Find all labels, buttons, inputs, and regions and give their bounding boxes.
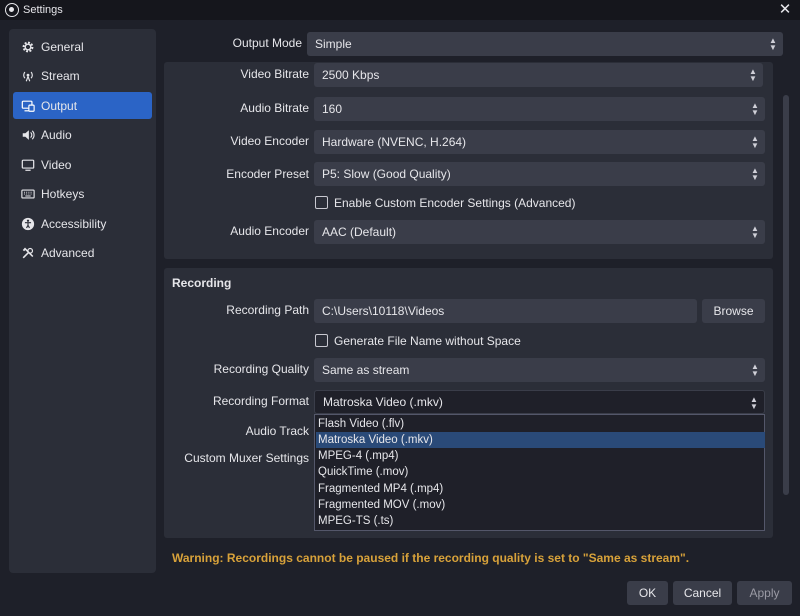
recording-quality-value: Same as stream xyxy=(322,363,410,377)
video-encoder-label: Video Encoder xyxy=(230,134,309,148)
recording-path-label: Recording Path xyxy=(226,303,309,317)
sidebar-item-advanced[interactable]: Advanced xyxy=(13,239,152,266)
sidebar-item-label: Output xyxy=(41,98,78,113)
recording-format-select[interactable]: Matroska Video (.mkv) ▲ ▼ xyxy=(314,390,765,414)
close-icon[interactable]: ✕ xyxy=(776,1,794,19)
scrollbar-thumb[interactable] xyxy=(783,95,789,495)
video-bitrate-value: 2500 Kbps xyxy=(322,68,380,82)
window-title: Settings xyxy=(23,4,63,16)
dropdown-option-mkv[interactable]: Matroska Video (.mkv) xyxy=(316,432,765,448)
sidebar-item-label: Stream xyxy=(41,68,80,83)
sidebar-item-label: Advanced xyxy=(41,245,95,260)
output-mode-label: Output Mode xyxy=(232,36,302,50)
sidebar-item-general[interactable]: General xyxy=(13,33,152,60)
audio-bitrate-value: 160 xyxy=(322,102,343,116)
select-arrows-icon: ▲ ▼ xyxy=(751,362,759,378)
ok-button[interactable]: OK xyxy=(627,581,668,605)
recording-section-title: Recording xyxy=(172,276,232,290)
sidebar-item-output[interactable]: Output xyxy=(13,92,152,119)
cancel-button[interactable]: Cancel xyxy=(673,581,732,605)
recording-warning: Warning: Recordings cannot be paused if … xyxy=(172,551,690,565)
encoder-preset-value: P5: Slow (Good Quality) xyxy=(322,167,451,181)
recording-path-input[interactable]: C:\Users\10118\Videos xyxy=(314,299,697,323)
recording-path-value: C:\Users\10118\Videos xyxy=(322,304,445,318)
speaker-icon xyxy=(21,128,35,142)
sidebar-item-audio[interactable]: Audio xyxy=(13,121,152,148)
accessibility-icon xyxy=(21,217,35,231)
dropdown-option-ts[interactable]: MPEG-TS (.ts) xyxy=(316,513,765,529)
audio-bitrate-label: Audio Bitrate xyxy=(240,101,309,115)
video-bitrate-spinbox[interactable]: 2500 Kbps ▲ ▼ xyxy=(314,63,763,87)
keyboard-icon xyxy=(21,187,35,201)
audio-encoder-value: AAC (Default) xyxy=(322,225,397,239)
select-arrows-icon: ▲ ▼ xyxy=(751,134,759,150)
custom-encoder-label[interactable]: Enable Custom Encoder Settings (Advanced… xyxy=(334,196,575,210)
select-arrows-icon: ▲ ▼ xyxy=(751,224,759,240)
video-bitrate-label: Video Bitrate xyxy=(240,67,310,81)
video-encoder-value: Hardware (NVENC, H.264) xyxy=(322,135,467,149)
sidebar-item-label: General xyxy=(41,39,84,54)
browse-button[interactable]: Browse xyxy=(702,299,765,323)
dropdown-option-flv[interactable]: Flash Video (.flv) xyxy=(316,416,765,432)
audio-encoder-select[interactable]: AAC (Default) ▲ ▼ xyxy=(314,220,765,244)
monitor-icon xyxy=(21,158,35,172)
audio-track-label: Audio Track xyxy=(245,424,309,438)
antenna-icon xyxy=(21,69,35,83)
sidebar-item-label: Hotkeys xyxy=(41,186,85,201)
recording-quality-select[interactable]: Same as stream ▲ ▼ xyxy=(314,358,765,382)
monitor-output-icon xyxy=(21,99,35,113)
sidebar-item-video[interactable]: Video xyxy=(13,151,152,178)
tools-icon xyxy=(21,246,35,260)
sidebar: General Stream Output Audio Video Hotkey… xyxy=(9,29,156,573)
obs-logo-icon xyxy=(5,3,19,17)
dropdown-option-mov[interactable]: QuickTime (.mov) xyxy=(316,464,765,480)
recording-format-value: Matroska Video (.mkv) xyxy=(323,395,443,409)
sidebar-item-label: Video xyxy=(41,157,72,172)
sidebar-item-stream[interactable]: Stream xyxy=(13,62,152,89)
audio-bitrate-select[interactable]: 160 ▲ ▼ xyxy=(314,97,765,121)
title-bar: Settings ✕ xyxy=(0,0,800,20)
select-arrows-icon: ▲ ▼ xyxy=(751,101,759,117)
video-encoder-select[interactable]: Hardware (NVENC, H.264) ▲ ▼ xyxy=(314,130,765,154)
gear-icon xyxy=(21,40,35,54)
dropdown-option-fragmented-mp4[interactable]: Fragmented MP4 (.mp4) xyxy=(316,481,765,497)
recording-format-label: Recording Format xyxy=(212,394,309,408)
select-arrows-icon: ▲ ▼ xyxy=(750,395,758,411)
custom-encoder-checkbox[interactable] xyxy=(315,196,328,209)
recording-quality-label: Recording Quality xyxy=(213,362,309,376)
no-space-checkbox[interactable] xyxy=(315,334,328,347)
dropdown-option-mp4[interactable]: MPEG-4 (.mp4) xyxy=(316,448,765,464)
encoder-preset-select[interactable]: P5: Slow (Good Quality) ▲ ▼ xyxy=(314,162,765,186)
sidebar-item-accessibility[interactable]: Accessibility xyxy=(13,210,152,237)
select-arrows-icon: ▲ ▼ xyxy=(751,166,759,182)
sidebar-item-hotkeys[interactable]: Hotkeys xyxy=(13,180,152,207)
select-arrows-icon: ▲ ▼ xyxy=(769,36,777,52)
no-space-label[interactable]: Generate File Name without Space xyxy=(334,334,521,348)
audio-encoder-label: Audio Encoder xyxy=(230,224,309,238)
custom-muxer-label: Custom Muxer Settings xyxy=(184,451,309,465)
encoder-preset-label: Encoder Preset xyxy=(226,167,309,181)
spin-arrows-icon[interactable]: ▲ ▼ xyxy=(747,67,759,83)
dropdown-option-fragmented-mov[interactable]: Fragmented MOV (.mov) xyxy=(316,497,765,513)
sidebar-item-label: Accessibility xyxy=(41,216,107,231)
recording-format-dropdown: Flash Video (.flv) Matroska Video (.mkv)… xyxy=(314,414,765,531)
output-mode-select[interactable]: Simple ▲ ▼ xyxy=(307,32,783,56)
apply-button[interactable]: Apply xyxy=(737,581,792,605)
output-mode-value: Simple xyxy=(315,37,352,51)
sidebar-item-label: Audio xyxy=(41,127,72,142)
